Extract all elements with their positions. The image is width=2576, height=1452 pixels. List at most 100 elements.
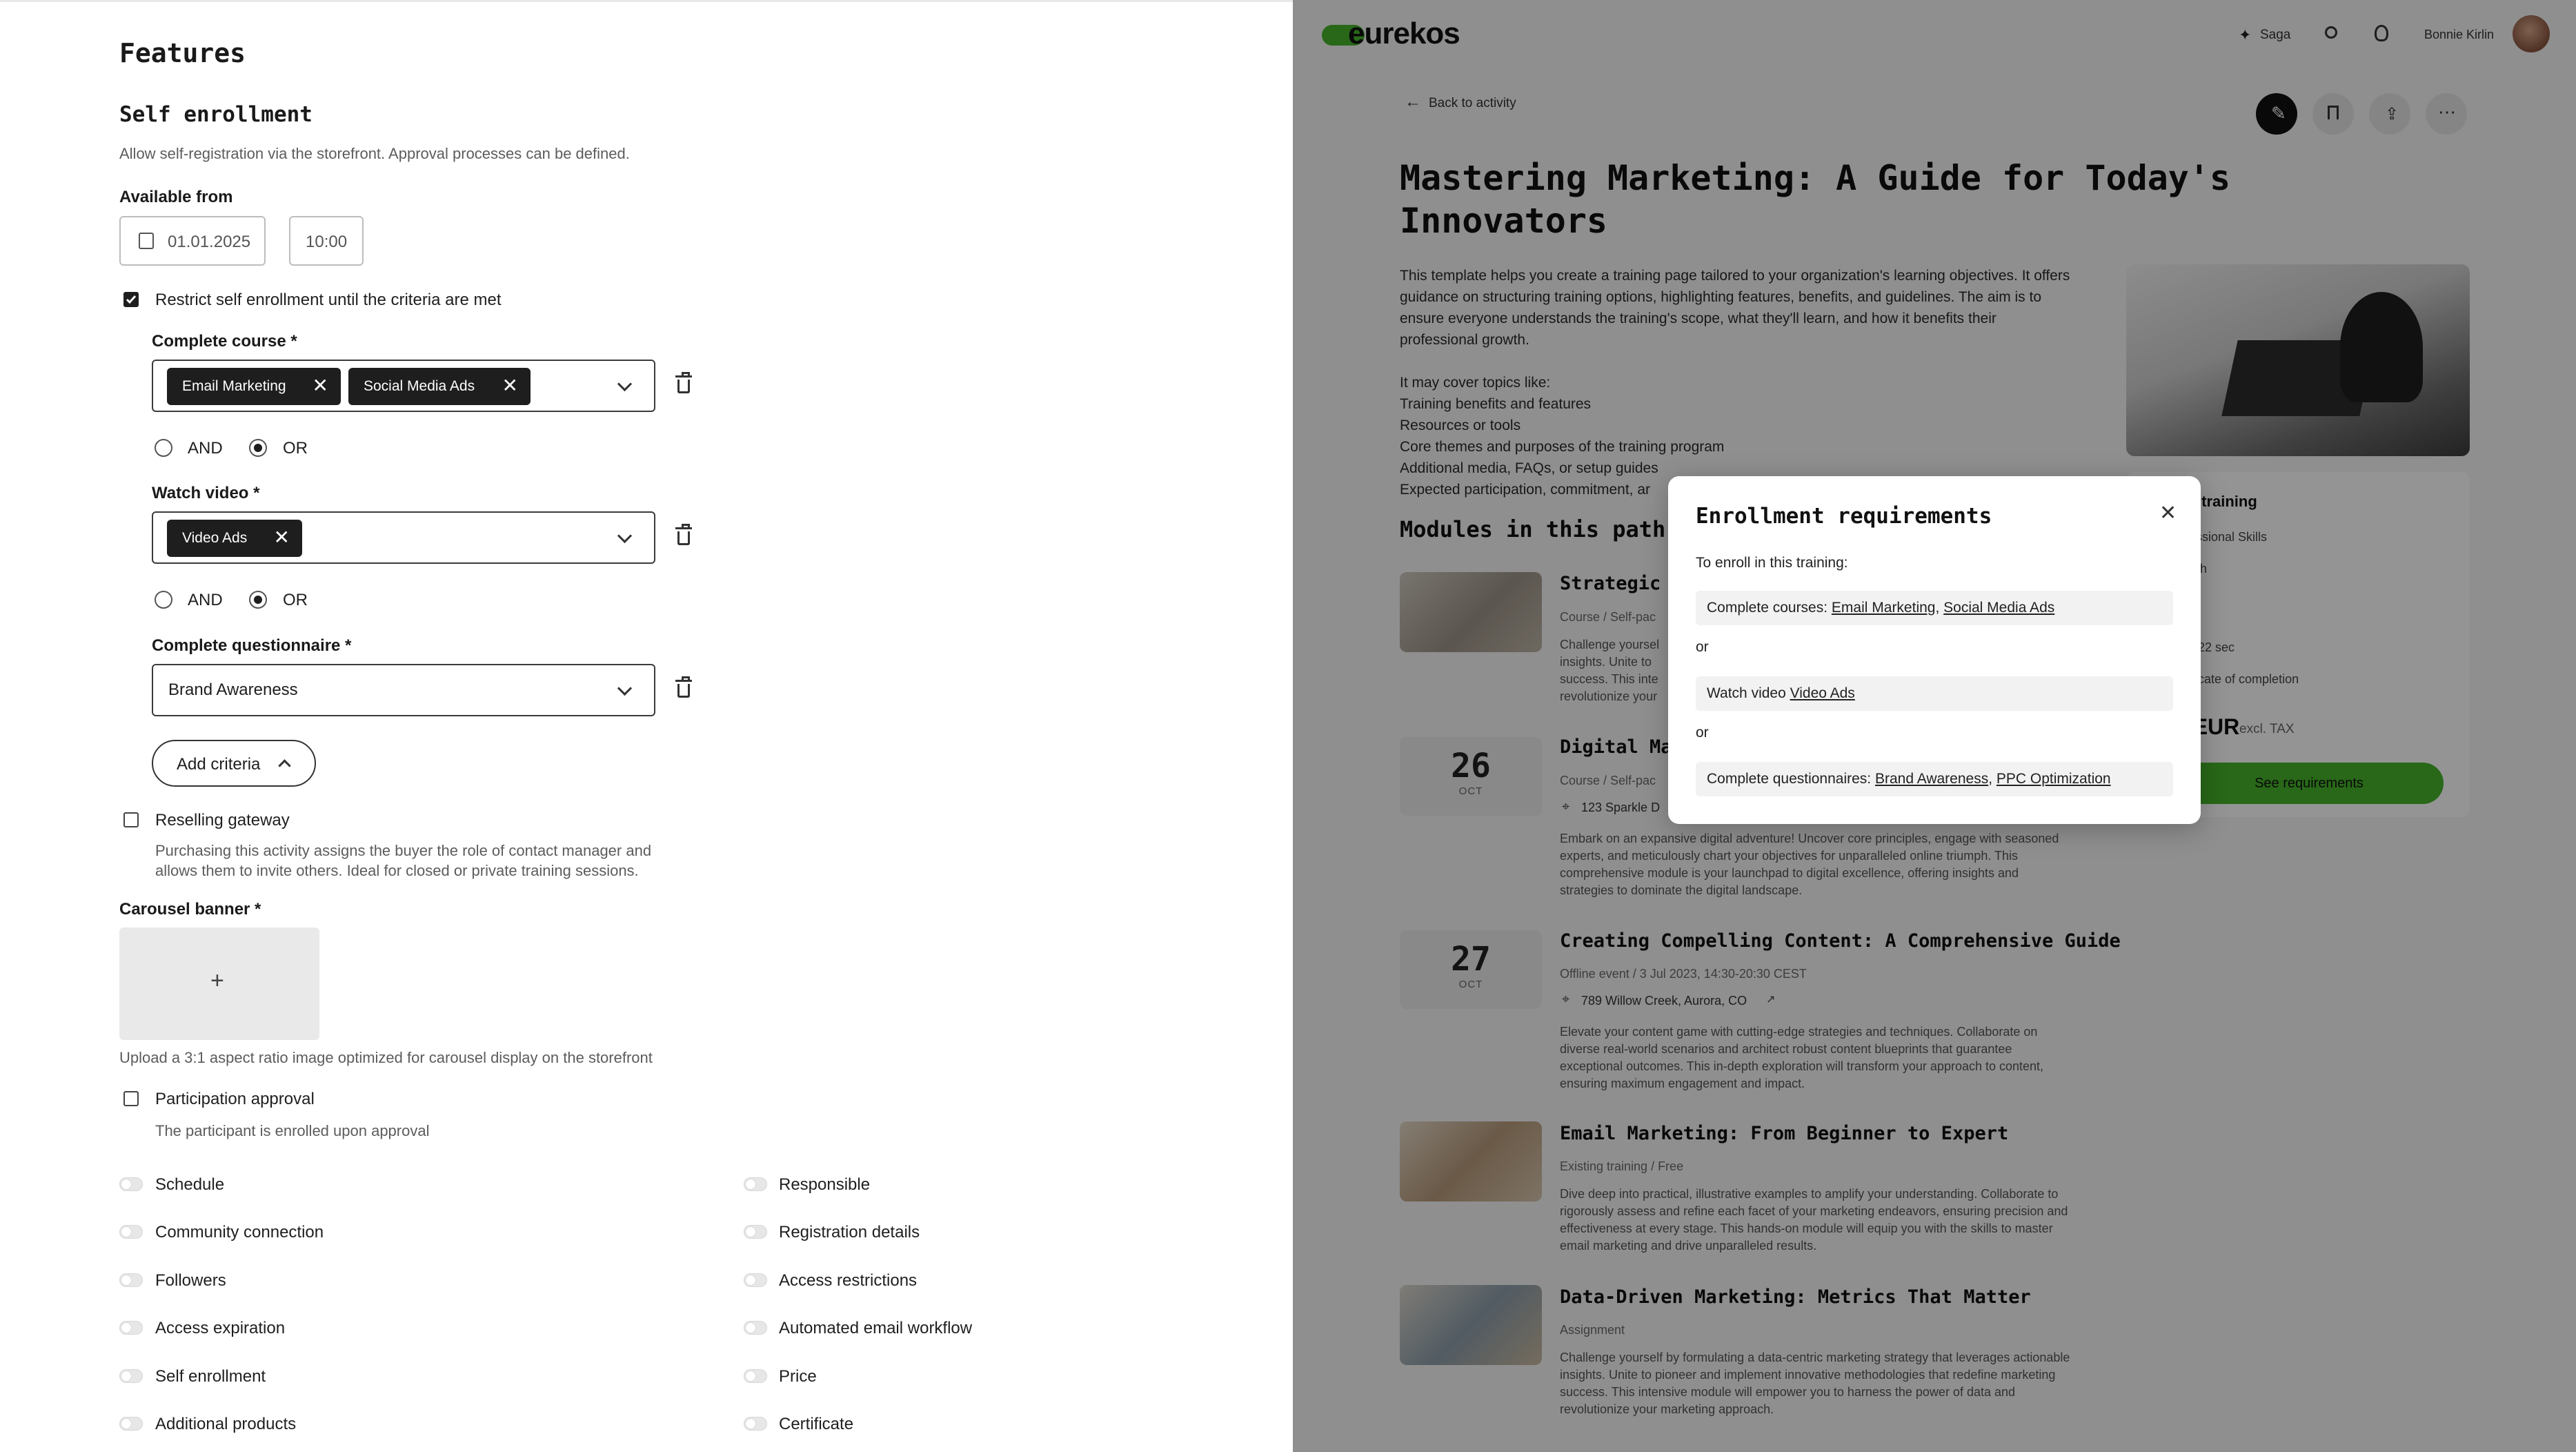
participation-checkbox[interactable] [123, 1091, 139, 1106]
or-separator: or [1696, 639, 1709, 655]
toggle-label: Self enrollment [155, 1367, 266, 1386]
add-criteria-label: Add criteria [177, 755, 261, 774]
registration-details-toggle[interactable] [744, 1225, 767, 1239]
restrict-label: Restrict self enrollment until the crite… [155, 291, 502, 309]
check-icon [126, 295, 137, 304]
section-heading: Self enrollment [119, 102, 313, 127]
questionnaire-link[interactable]: PPC Optimization [1997, 771, 2111, 787]
certificate-toggle[interactable] [744, 1417, 767, 1431]
access-restrictions-toggle[interactable] [744, 1273, 767, 1287]
toggle-label: Additional products [155, 1415, 297, 1433]
enrollment-requirements-modal: Enrollment requirements ✕ To enroll in t… [1668, 476, 2201, 824]
section-description: Allow self-registration via the storefro… [119, 145, 630, 162]
trash-icon[interactable] [675, 524, 692, 545]
chevron-down-icon[interactable] [617, 680, 633, 696]
requirement-prefix: Complete courses: [1707, 600, 1832, 616]
calendar-icon [139, 233, 154, 249]
toggle-label: Schedule [155, 1175, 225, 1194]
requirement-courses: Complete courses: Email Marketing, Socia… [1696, 591, 2173, 625]
video-select[interactable]: Video Ads ✕ [152, 511, 655, 564]
carousel-label: Carousel banner * [119, 900, 261, 919]
reselling-checkbox[interactable] [123, 812, 139, 827]
community-connection-toggle[interactable] [119, 1225, 143, 1239]
questionnaire-link[interactable]: Brand Awareness [1875, 771, 1988, 787]
remove-chip-icon[interactable]: ✕ [502, 368, 518, 404]
and-radio[interactable] [155, 591, 172, 609]
features-panel: Features Self enrollment Allow self-regi… [0, 0, 1293, 1452]
chip-social-media-ads: Social Media Ads ✕ [348, 368, 531, 405]
upload-banner-area[interactable]: + [119, 928, 319, 1040]
close-icon[interactable]: ✕ [2159, 501, 2177, 525]
requirement-questionnaires: Complete questionnaires: Brand Awareness… [1696, 762, 2173, 796]
access-expiration-toggle[interactable] [119, 1321, 143, 1335]
or-separator: or [1696, 725, 1709, 740]
course-link[interactable]: Social Media Ads [1943, 600, 2054, 616]
trash-icon[interactable] [675, 676, 692, 698]
course-link[interactable]: Email Marketing [1832, 600, 1936, 616]
course-select[interactable]: Email Marketing ✕ Social Media Ads ✕ [152, 360, 655, 412]
participation-label: Participation approval [155, 1090, 315, 1108]
time-field[interactable]: 10:00 [289, 216, 364, 266]
requirement-prefix: Complete questionnaires: [1707, 771, 1875, 787]
remove-chip-icon[interactable]: ✕ [274, 520, 290, 556]
chip-label: Social Media Ads [364, 378, 475, 394]
add-criteria-button[interactable]: Add criteria [152, 740, 316, 787]
trash-icon[interactable] [675, 372, 692, 393]
price-toggle[interactable] [744, 1369, 767, 1383]
toggle-label: Certificate [779, 1415, 854, 1433]
responsible-toggle[interactable] [744, 1177, 767, 1191]
chip-label: Video Ads [182, 530, 248, 546]
and-label: AND [188, 439, 223, 458]
and-label: AND [188, 591, 223, 609]
toggle-label: Access restrictions [779, 1271, 918, 1290]
toggle-label: Price [779, 1367, 817, 1386]
reselling-description: Purchasing this activity assigns the buy… [155, 842, 652, 859]
chip-label: Email Marketing [182, 378, 286, 394]
or-radio[interactable] [249, 591, 267, 609]
requirement-video: Watch video Video Ads [1696, 676, 2173, 711]
modal-intro: To enroll in this training: [1696, 555, 1848, 571]
additional-products-toggle[interactable] [119, 1417, 143, 1431]
complete-course-label: Complete course * [152, 332, 297, 351]
requirement-prefix: Watch video [1707, 685, 1790, 701]
toggle-label: Followers [155, 1271, 226, 1290]
or-label: OR [283, 591, 308, 609]
chip-video-ads: Video Ads ✕ [167, 520, 302, 557]
available-from-label: Available from [119, 188, 233, 206]
or-radio[interactable] [249, 439, 267, 457]
restrict-checkbox[interactable] [123, 292, 139, 307]
followers-toggle[interactable] [119, 1273, 143, 1287]
questionnaire-label: Complete questionnaire * [152, 636, 352, 655]
or-label: OR [283, 439, 308, 458]
separator: , [1935, 600, 1944, 616]
plus-icon: + [210, 968, 224, 994]
reselling-description: allows them to invite others. Ideal for … [155, 862, 639, 879]
video-link[interactable]: Video Ads [1790, 685, 1855, 701]
chevron-down-icon[interactable] [617, 528, 633, 544]
carousel-hint: Upload a 3:1 aspect ratio image optimize… [119, 1049, 653, 1066]
watch-video-label: Watch video * [152, 484, 260, 502]
questionnaire-select[interactable]: Brand Awareness [152, 664, 655, 716]
separator: , [1988, 771, 1997, 787]
toggle-label: Community connection [155, 1223, 324, 1242]
modal-title: Enrollment requirements [1696, 504, 1992, 529]
automated-email-workflow-toggle[interactable] [744, 1321, 767, 1335]
and-radio[interactable] [155, 439, 172, 457]
date-field[interactable]: 01.01.2025 [119, 216, 266, 266]
page-title: Features [119, 38, 246, 68]
toggle-label: Automated email workflow [779, 1319, 973, 1337]
self-enrollment-toggle[interactable] [119, 1369, 143, 1383]
questionnaire-value: Brand Awareness [168, 680, 298, 699]
toggle-label: Access expiration [155, 1319, 286, 1337]
reselling-label: Reselling gateway [155, 811, 290, 830]
toggle-label: Responsible [779, 1175, 871, 1194]
schedule-toggle[interactable] [119, 1177, 143, 1191]
chevron-up-icon [278, 759, 291, 772]
date-value: 01.01.2025 [168, 233, 251, 251]
remove-chip-icon[interactable]: ✕ [313, 368, 328, 404]
toggle-label: Registration details [779, 1223, 920, 1242]
chevron-down-icon[interactable] [617, 376, 633, 392]
participation-description: The participant is enrolled upon approva… [155, 1122, 430, 1139]
time-value: 10:00 [306, 233, 348, 251]
chip-email-marketing: Email Marketing ✕ [167, 368, 341, 405]
